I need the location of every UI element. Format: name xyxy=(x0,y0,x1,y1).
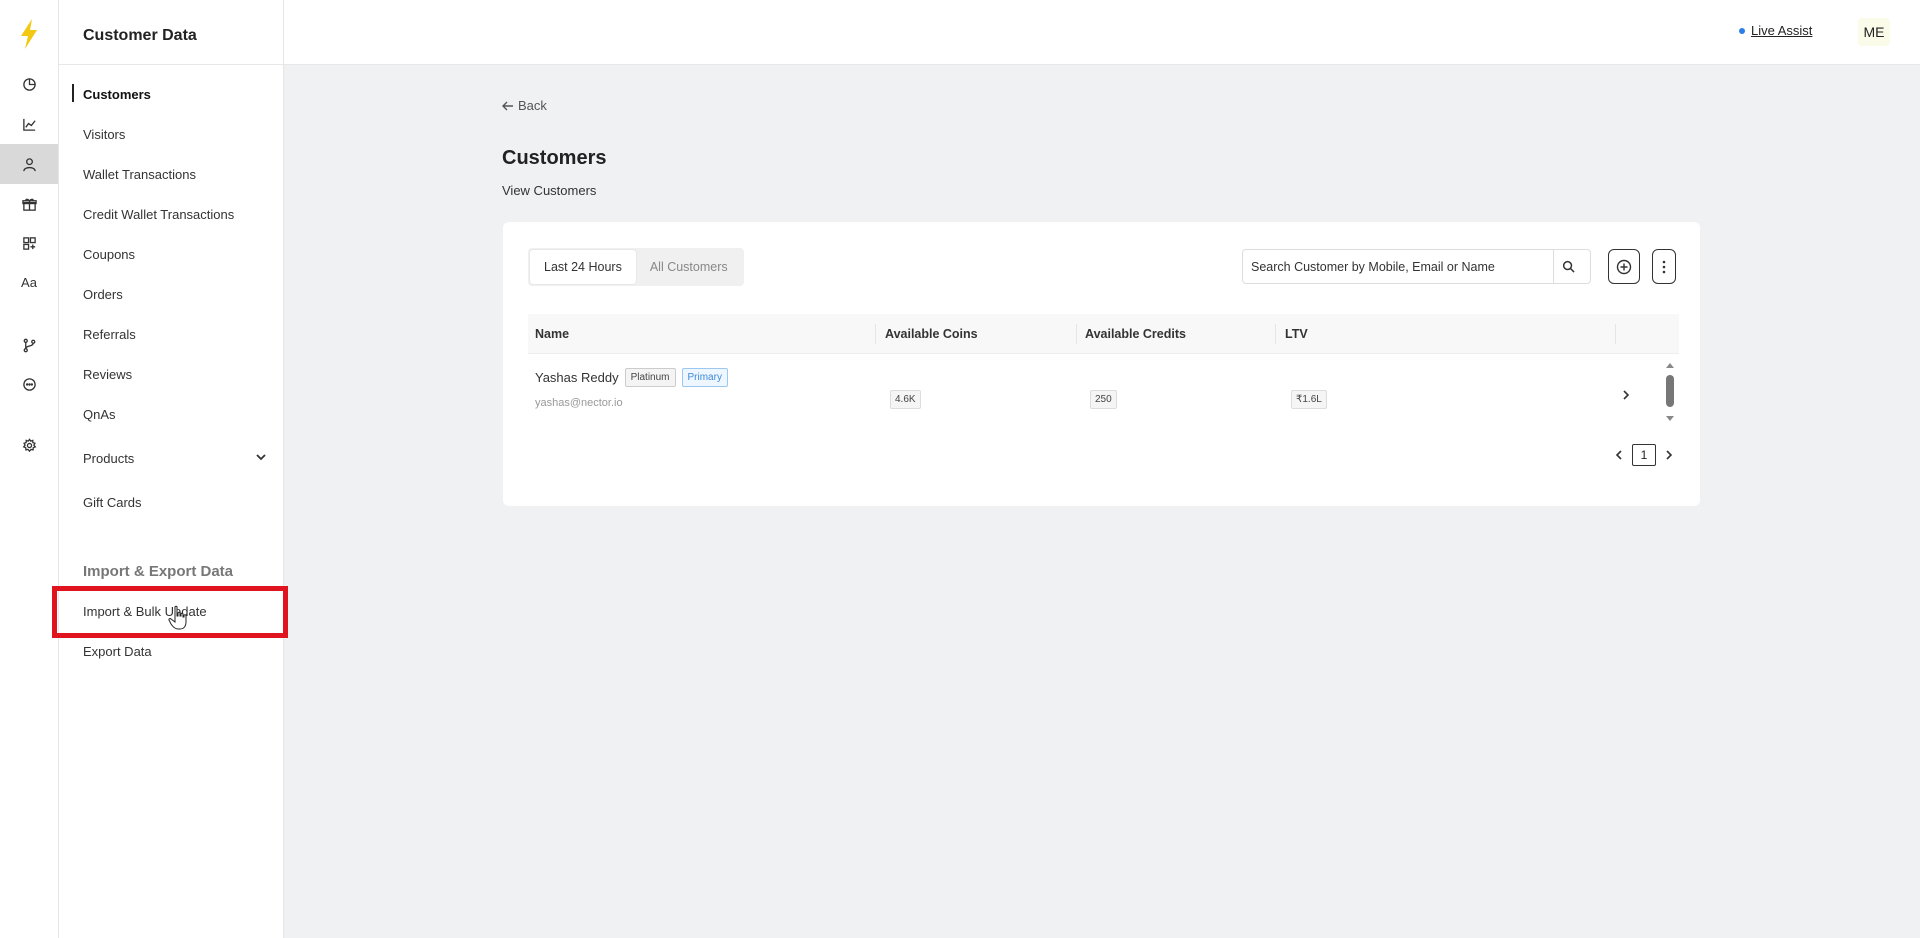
live-assist-label: Live Assist xyxy=(1751,23,1813,38)
column-header-name[interactable]: Name xyxy=(535,314,569,354)
search-button[interactable] xyxy=(1553,250,1583,283)
sidebar-item-products[interactable]: Products xyxy=(83,451,134,466)
dashboard-icon xyxy=(22,77,36,91)
customers-card: Last 24 Hours All Customers Name Availab… xyxy=(503,222,1700,506)
sidebar-item-customers[interactable]: Customers xyxy=(83,87,151,102)
top-bar: Live Assist ME xyxy=(284,0,1920,65)
sidebar-item-wallet-transactions[interactable]: Wallet Transactions xyxy=(83,167,196,182)
available-coins-value: 4.6K xyxy=(890,390,921,409)
primary-badge: Primary xyxy=(681,368,728,387)
text-icon: Aa xyxy=(21,274,37,290)
icon-rail: Aa xyxy=(0,0,59,938)
sidebar-section-title: Import & Export Data xyxy=(83,563,234,580)
add-customer-button[interactable] xyxy=(1608,249,1640,284)
table-header: Name Available Coins Available Credits L… xyxy=(528,314,1679,354)
rail-chat[interactable] xyxy=(0,364,58,404)
sidebar-item-coupons[interactable]: Coupons xyxy=(83,247,135,262)
analytics-icon xyxy=(22,118,36,131)
column-separator xyxy=(1615,324,1616,344)
available-credits-value: 250 xyxy=(1090,390,1117,409)
rail-analytics[interactable] xyxy=(0,104,58,144)
sidebar-item-orders[interactable]: Orders xyxy=(83,287,123,302)
chat-icon xyxy=(22,377,36,391)
rail-customers[interactable] xyxy=(0,144,58,184)
live-status-dot xyxy=(1739,27,1745,34)
logo-bolt-icon[interactable] xyxy=(17,18,41,50)
widgets-icon xyxy=(22,236,36,250)
sidebar-item-visitors[interactable]: Visitors xyxy=(83,127,125,142)
customer-name: Yashas Reddy xyxy=(535,370,619,385)
tier-badge: Platinum xyxy=(624,368,676,387)
customer-email: yashas@nector.io xyxy=(535,397,623,409)
arrow-left-icon xyxy=(502,101,513,110)
search-box xyxy=(1242,249,1591,284)
settings-icon xyxy=(22,437,36,452)
sidebar-item-gift-cards[interactable]: Gift Cards xyxy=(83,495,142,510)
column-header-available-coins[interactable]: Available Coins xyxy=(885,314,978,354)
secondary-sidebar: Customer Data Customers Visitors Wallet … xyxy=(59,0,284,938)
gift-icon xyxy=(21,198,37,211)
live-assist-link[interactable]: Live Assist xyxy=(1739,23,1812,38)
rail-flows[interactable] xyxy=(0,325,58,365)
active-indicator xyxy=(72,84,74,102)
avatar[interactable]: ME xyxy=(1858,18,1890,46)
rail-text[interactable]: Aa xyxy=(0,262,58,302)
customer-icon xyxy=(22,157,36,171)
table-row[interactable]: Yashas Reddy Platinum Primary yashas@nec… xyxy=(528,354,1658,426)
next-page-icon[interactable] xyxy=(1663,449,1675,461)
column-separator xyxy=(1076,324,1077,344)
sidebar-item-referrals[interactable]: Referrals xyxy=(83,327,136,342)
more-options-button[interactable] xyxy=(1652,249,1676,284)
branch-icon xyxy=(23,338,35,352)
sidebar-item-reviews[interactable]: Reviews xyxy=(83,367,132,382)
rail-widgets[interactable] xyxy=(0,223,58,263)
rail-rewards[interactable] xyxy=(0,184,58,224)
ltv-value: ₹1.6L xyxy=(1291,390,1327,409)
prev-page-icon[interactable] xyxy=(1613,449,1625,461)
back-link[interactable]: Back xyxy=(502,98,547,113)
tab-last-24-hours[interactable]: Last 24 Hours xyxy=(530,250,636,284)
plus-circle-icon xyxy=(1616,259,1632,274)
column-header-available-credits[interactable]: Available Credits xyxy=(1085,314,1186,354)
column-header-ltv[interactable]: LTV xyxy=(1285,314,1308,354)
tab-group: Last 24 Hours All Customers xyxy=(528,248,744,286)
search-icon xyxy=(1562,260,1575,273)
column-separator xyxy=(875,324,876,344)
customer-name-cell: Yashas Reddy Platinum Primary xyxy=(535,368,728,387)
more-vertical-icon xyxy=(1662,260,1666,273)
back-label: Back xyxy=(518,98,547,113)
sidebar-item-qnas[interactable]: QnAs xyxy=(83,407,116,422)
column-separator xyxy=(1275,324,1276,344)
sidebar-title: Customer Data xyxy=(83,27,197,44)
page-title: Customers xyxy=(502,147,607,169)
chevron-right-icon[interactable] xyxy=(1620,389,1632,401)
rail-dashboard[interactable] xyxy=(0,64,58,104)
hand-cursor-icon xyxy=(168,605,187,630)
sidebar-divider xyxy=(59,64,283,65)
sidebar-item-credit-wallet-transactions[interactable]: Credit Wallet Transactions xyxy=(83,207,234,222)
rail-settings[interactable] xyxy=(0,425,58,465)
page-subtitle: View Customers xyxy=(502,183,597,198)
pagination: 1 xyxy=(1613,444,1675,466)
chevron-down-icon[interactable] xyxy=(255,451,267,463)
page-number[interactable]: 1 xyxy=(1632,444,1656,466)
table-scrollbar[interactable] xyxy=(1664,362,1676,422)
sidebar-item-export-data[interactable]: Export Data xyxy=(83,644,152,659)
search-input[interactable] xyxy=(1243,250,1553,283)
tab-all-customers[interactable]: All Customers xyxy=(636,250,742,284)
